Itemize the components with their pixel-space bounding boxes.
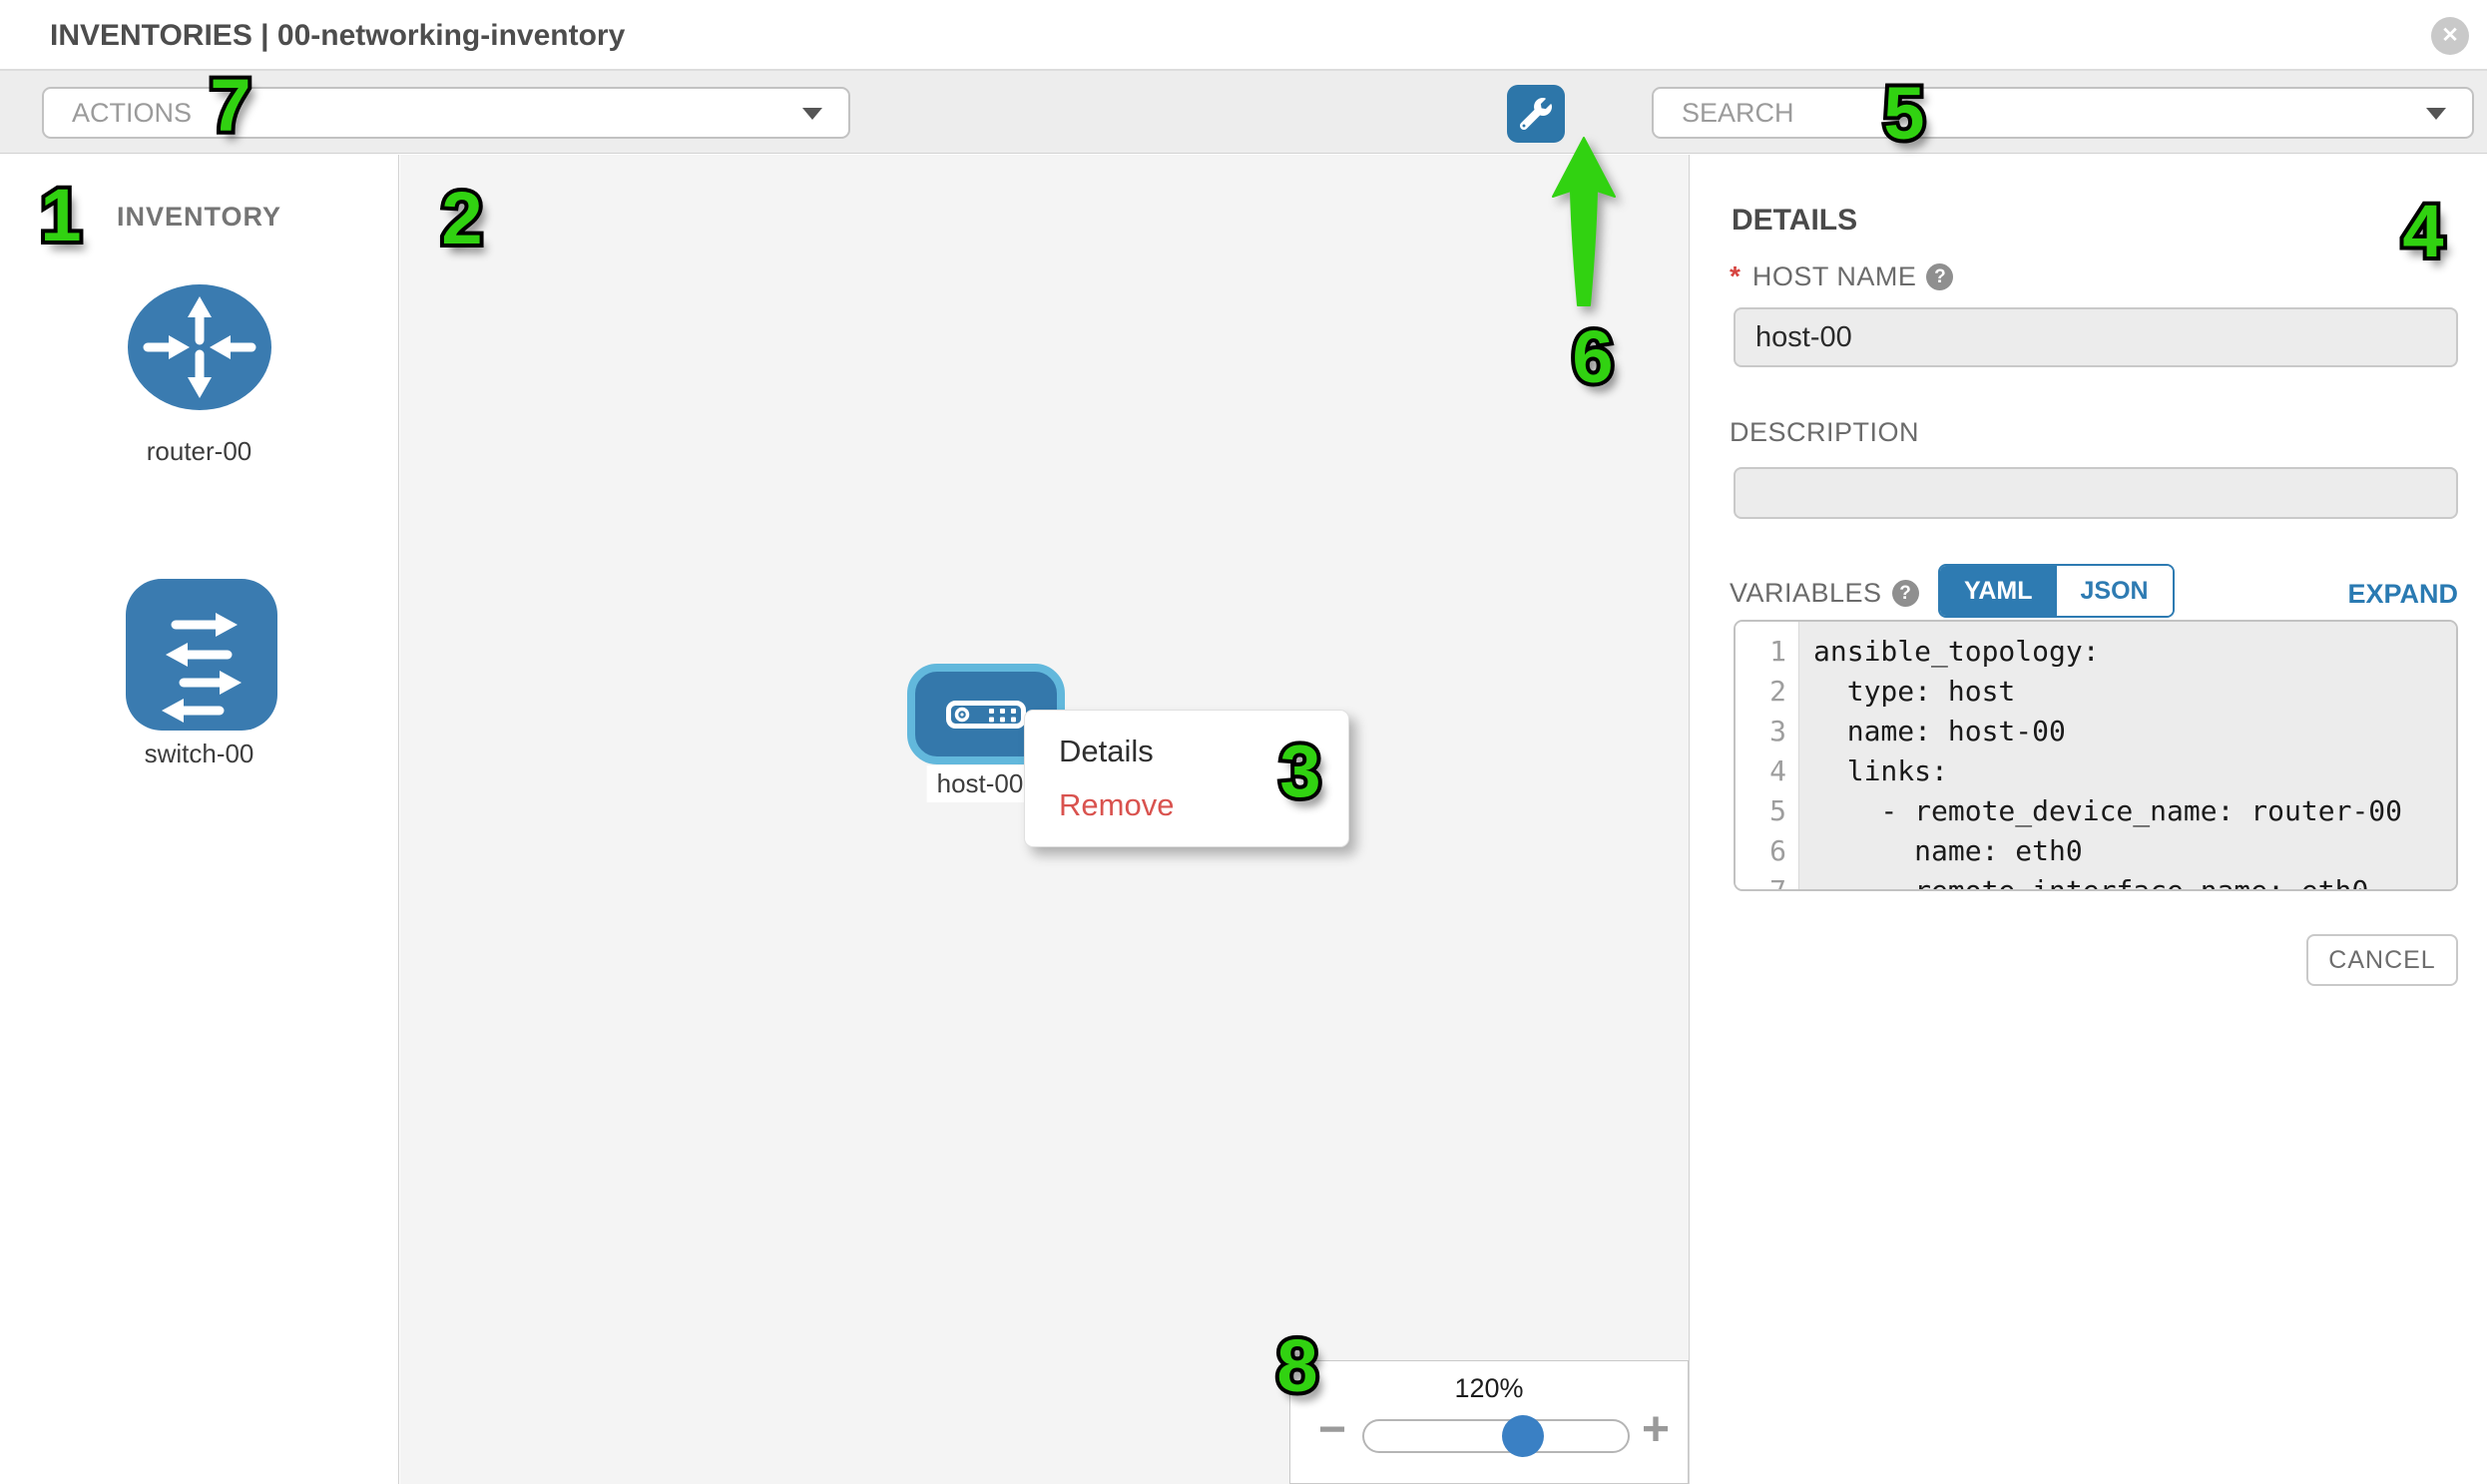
expand-link[interactable]: EXPAND [2347, 579, 2458, 610]
zoom-in-button[interactable]: + [1642, 1407, 1670, 1453]
search-dropdown-label: SEARCH [1682, 89, 1794, 137]
annotation-4: 4 [2402, 195, 2443, 268]
networking-inventory-topology-app: INVENTORIES | 00-networking-inventory ✕ … [0, 0, 2487, 1484]
inventory-sidebar: INVENTORY router-00 [0, 155, 399, 1484]
search-dropdown[interactable]: SEARCH [1652, 87, 2474, 139]
zoom-slider-track[interactable] [1362, 1419, 1630, 1453]
annotation-8: 8 [1276, 1329, 1317, 1403]
zoom-slider-thumb[interactable] [1502, 1415, 1544, 1457]
line-number: 1 [1736, 632, 1786, 672]
host-node-label: host-00 [927, 765, 1034, 802]
details-panel-title: DETAILS [1732, 204, 1857, 238]
editor-line-numbers: 1 2 3 4 5 6 7 [1736, 622, 1799, 889]
annotation-5: 5 [1883, 77, 1924, 151]
topology-canvas[interactable]: host-00 Details Remove 120% − + [400, 155, 1690, 1484]
caret-down-icon [802, 108, 822, 120]
code-line: links: [1813, 751, 2456, 791]
close-button[interactable]: ✕ [2431, 17, 2469, 55]
zoom-level-value: 120% [1290, 1373, 1688, 1404]
variables-label: VARIABLES [1730, 578, 1882, 609]
line-number: 6 [1736, 831, 1786, 871]
variables-field-row: VARIABLES ? [1730, 578, 1919, 608]
required-marker: * [1730, 260, 1741, 292]
editor-code-area[interactable]: ansible_topology: type: host name: host-… [1799, 622, 2456, 889]
actions-dropdown[interactable]: ACTIONS [42, 87, 850, 139]
line-number: 7 [1736, 871, 1786, 891]
annotation-6: 6 [1572, 320, 1613, 394]
annotation-7: 7 [210, 69, 250, 143]
caret-down-icon [2426, 108, 2446, 120]
close-icon: ✕ [2441, 24, 2459, 47]
actions-dropdown-label: ACTIONS [72, 89, 192, 137]
sidebar-item-router-label: router-00 [0, 436, 398, 467]
code-line: name: eth0 [1813, 831, 2456, 871]
code-line: name: host-00 [1813, 712, 2456, 751]
switch-icon [126, 579, 277, 731]
annotation-2: 2 [441, 182, 482, 255]
wrench-icon [1520, 98, 1552, 130]
page-title: INVENTORIES | 00-networking-inventory [50, 0, 625, 71]
host-name-label: HOST NAME [1752, 261, 1917, 292]
cancel-button[interactable]: CANCEL [2306, 934, 2458, 986]
annotation-arrow-up [1546, 136, 1622, 311]
details-panel: DETAILS * HOST NAME ? DESCRIPTION VARIAB… [1691, 155, 2487, 1484]
host-name-field-row: * HOST NAME ? [1730, 261, 1953, 291]
toolbox-button[interactable] [1507, 85, 1565, 143]
page-header: INVENTORIES | 00-networking-inventory ✕ [0, 0, 2487, 71]
description-field-row: DESCRIPTION [1730, 417, 1919, 447]
host-icon [946, 701, 1026, 729]
description-input[interactable] [1734, 467, 2458, 519]
line-number: 2 [1736, 672, 1786, 712]
sidebar-item-switch-label: switch-00 [0, 739, 398, 769]
zoom-control: 120% − + [1289, 1360, 1689, 1484]
description-label: DESCRIPTION [1730, 417, 1919, 448]
help-icon[interactable]: ? [1926, 263, 1953, 290]
zoom-out-button[interactable]: − [1318, 1407, 1346, 1453]
sidebar-item-switch[interactable] [126, 579, 277, 731]
annotation-3: 3 [1279, 735, 1320, 808]
annotation-1: 1 [40, 179, 81, 252]
yaml-toggle-button[interactable]: YAML [1940, 566, 2057, 616]
help-icon[interactable]: ? [1892, 580, 1919, 607]
variables-format-toggle: YAML JSON [1938, 564, 2175, 618]
line-number: 3 [1736, 712, 1786, 751]
host-name-input[interactable] [1734, 307, 2458, 367]
variables-code-editor[interactable]: 1 2 3 4 5 6 7 ansible_topology: type: ho… [1734, 620, 2458, 891]
line-number: 5 [1736, 791, 1786, 831]
json-toggle-button[interactable]: JSON [2057, 566, 2173, 616]
code-line: type: host [1813, 672, 2456, 712]
line-number: 4 [1736, 751, 1786, 791]
sidebar-item-router[interactable] [128, 284, 271, 410]
code-line: remote_interface_name: eth0 [1813, 871, 2456, 891]
router-icon [128, 284, 271, 410]
toolbar: ACTIONS SEARCH [0, 71, 2487, 154]
code-line: - remote_device_name: router-00 [1813, 791, 2456, 831]
code-line: ansible_topology: [1813, 632, 2456, 672]
